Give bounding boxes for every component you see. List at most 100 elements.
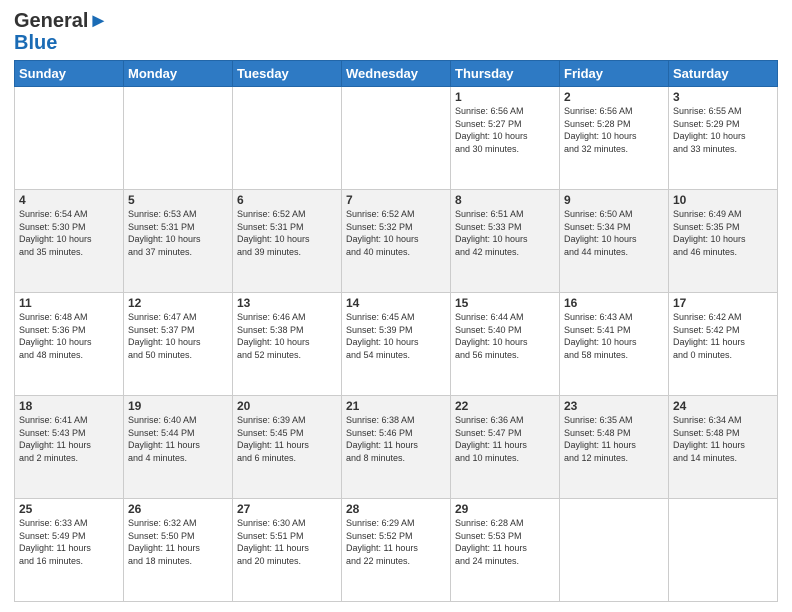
calendar-cell: 16Sunrise: 6:43 AM Sunset: 5:41 PM Dayli… (560, 293, 669, 396)
calendar-cell (124, 87, 233, 190)
day-info: Sunrise: 6:52 AM Sunset: 5:31 PM Dayligh… (237, 208, 337, 258)
day-number: 26 (128, 502, 228, 516)
calendar-cell: 28Sunrise: 6:29 AM Sunset: 5:52 PM Dayli… (342, 499, 451, 602)
day-info: Sunrise: 6:52 AM Sunset: 5:32 PM Dayligh… (346, 208, 446, 258)
day-info: Sunrise: 6:41 AM Sunset: 5:43 PM Dayligh… (19, 414, 119, 464)
weekday-header-row: SundayMondayTuesdayWednesdayThursdayFrid… (15, 61, 778, 87)
day-number: 23 (564, 399, 664, 413)
day-info: Sunrise: 6:44 AM Sunset: 5:40 PM Dayligh… (455, 311, 555, 361)
calendar-cell: 20Sunrise: 6:39 AM Sunset: 5:45 PM Dayli… (233, 396, 342, 499)
weekday-header-cell: Tuesday (233, 61, 342, 87)
weekday-header-cell: Friday (560, 61, 669, 87)
calendar-cell: 24Sunrise: 6:34 AM Sunset: 5:48 PM Dayli… (669, 396, 778, 499)
calendar-cell: 29Sunrise: 6:28 AM Sunset: 5:53 PM Dayli… (451, 499, 560, 602)
calendar-cell (15, 87, 124, 190)
day-number: 9 (564, 193, 664, 207)
weekday-header-cell: Sunday (15, 61, 124, 87)
calendar-cell: 6Sunrise: 6:52 AM Sunset: 5:31 PM Daylig… (233, 190, 342, 293)
calendar-cell: 3Sunrise: 6:55 AM Sunset: 5:29 PM Daylig… (669, 87, 778, 190)
day-number: 27 (237, 502, 337, 516)
day-info: Sunrise: 6:53 AM Sunset: 5:31 PM Dayligh… (128, 208, 228, 258)
calendar-cell: 2Sunrise: 6:56 AM Sunset: 5:28 PM Daylig… (560, 87, 669, 190)
day-info: Sunrise: 6:51 AM Sunset: 5:33 PM Dayligh… (455, 208, 555, 258)
day-info: Sunrise: 6:54 AM Sunset: 5:30 PM Dayligh… (19, 208, 119, 258)
day-number: 14 (346, 296, 446, 310)
logo-text-line1: General► (14, 10, 108, 32)
calendar-cell: 18Sunrise: 6:41 AM Sunset: 5:43 PM Dayli… (15, 396, 124, 499)
calendar-cell: 7Sunrise: 6:52 AM Sunset: 5:32 PM Daylig… (342, 190, 451, 293)
day-number: 4 (19, 193, 119, 207)
day-info: Sunrise: 6:28 AM Sunset: 5:53 PM Dayligh… (455, 517, 555, 567)
calendar-week-row: 1Sunrise: 6:56 AM Sunset: 5:27 PM Daylig… (15, 87, 778, 190)
calendar-cell (669, 499, 778, 602)
day-number: 10 (673, 193, 773, 207)
day-number: 11 (19, 296, 119, 310)
day-number: 21 (346, 399, 446, 413)
day-info: Sunrise: 6:36 AM Sunset: 5:47 PM Dayligh… (455, 414, 555, 464)
calendar-cell: 14Sunrise: 6:45 AM Sunset: 5:39 PM Dayli… (342, 293, 451, 396)
weekday-header-cell: Wednesday (342, 61, 451, 87)
calendar-week-row: 11Sunrise: 6:48 AM Sunset: 5:36 PM Dayli… (15, 293, 778, 396)
logo-text-line2: Blue (14, 32, 108, 54)
calendar-cell: 8Sunrise: 6:51 AM Sunset: 5:33 PM Daylig… (451, 190, 560, 293)
day-info: Sunrise: 6:49 AM Sunset: 5:35 PM Dayligh… (673, 208, 773, 258)
calendar-cell (233, 87, 342, 190)
day-info: Sunrise: 6:43 AM Sunset: 5:41 PM Dayligh… (564, 311, 664, 361)
calendar-cell: 1Sunrise: 6:56 AM Sunset: 5:27 PM Daylig… (451, 87, 560, 190)
calendar-cell: 15Sunrise: 6:44 AM Sunset: 5:40 PM Dayli… (451, 293, 560, 396)
calendar-cell: 12Sunrise: 6:47 AM Sunset: 5:37 PM Dayli… (124, 293, 233, 396)
day-info: Sunrise: 6:42 AM Sunset: 5:42 PM Dayligh… (673, 311, 773, 361)
weekday-header-cell: Saturday (669, 61, 778, 87)
day-number: 29 (455, 502, 555, 516)
day-info: Sunrise: 6:32 AM Sunset: 5:50 PM Dayligh… (128, 517, 228, 567)
calendar-week-row: 18Sunrise: 6:41 AM Sunset: 5:43 PM Dayli… (15, 396, 778, 499)
calendar-body: 1Sunrise: 6:56 AM Sunset: 5:27 PM Daylig… (15, 87, 778, 602)
day-number: 17 (673, 296, 773, 310)
day-info: Sunrise: 6:50 AM Sunset: 5:34 PM Dayligh… (564, 208, 664, 258)
day-number: 5 (128, 193, 228, 207)
day-info: Sunrise: 6:56 AM Sunset: 5:28 PM Dayligh… (564, 105, 664, 155)
day-info: Sunrise: 6:56 AM Sunset: 5:27 PM Dayligh… (455, 105, 555, 155)
day-number: 18 (19, 399, 119, 413)
calendar-cell: 10Sunrise: 6:49 AM Sunset: 5:35 PM Dayli… (669, 190, 778, 293)
day-info: Sunrise: 6:39 AM Sunset: 5:45 PM Dayligh… (237, 414, 337, 464)
day-number: 12 (128, 296, 228, 310)
day-info: Sunrise: 6:30 AM Sunset: 5:51 PM Dayligh… (237, 517, 337, 567)
page: General► Blue SundayMondayTuesdayWednesd… (0, 0, 792, 612)
calendar-cell: 21Sunrise: 6:38 AM Sunset: 5:46 PM Dayli… (342, 396, 451, 499)
day-info: Sunrise: 6:55 AM Sunset: 5:29 PM Dayligh… (673, 105, 773, 155)
day-number: 8 (455, 193, 555, 207)
day-info: Sunrise: 6:46 AM Sunset: 5:38 PM Dayligh… (237, 311, 337, 361)
day-number: 22 (455, 399, 555, 413)
day-info: Sunrise: 6:29 AM Sunset: 5:52 PM Dayligh… (346, 517, 446, 567)
logo: General► Blue (14, 10, 108, 54)
day-number: 19 (128, 399, 228, 413)
day-info: Sunrise: 6:34 AM Sunset: 5:48 PM Dayligh… (673, 414, 773, 464)
day-info: Sunrise: 6:47 AM Sunset: 5:37 PM Dayligh… (128, 311, 228, 361)
day-number: 20 (237, 399, 337, 413)
calendar-cell: 19Sunrise: 6:40 AM Sunset: 5:44 PM Dayli… (124, 396, 233, 499)
calendar-week-row: 4Sunrise: 6:54 AM Sunset: 5:30 PM Daylig… (15, 190, 778, 293)
weekday-header-cell: Monday (124, 61, 233, 87)
calendar-table: SundayMondayTuesdayWednesdayThursdayFrid… (14, 60, 778, 602)
day-number: 24 (673, 399, 773, 413)
calendar-cell: 27Sunrise: 6:30 AM Sunset: 5:51 PM Dayli… (233, 499, 342, 602)
calendar-cell: 17Sunrise: 6:42 AM Sunset: 5:42 PM Dayli… (669, 293, 778, 396)
calendar-cell: 22Sunrise: 6:36 AM Sunset: 5:47 PM Dayli… (451, 396, 560, 499)
day-number: 13 (237, 296, 337, 310)
day-number: 3 (673, 90, 773, 104)
day-info: Sunrise: 6:38 AM Sunset: 5:46 PM Dayligh… (346, 414, 446, 464)
calendar-cell (342, 87, 451, 190)
day-number: 25 (19, 502, 119, 516)
day-number: 16 (564, 296, 664, 310)
calendar-cell: 25Sunrise: 6:33 AM Sunset: 5:49 PM Dayli… (15, 499, 124, 602)
day-info: Sunrise: 6:33 AM Sunset: 5:49 PM Dayligh… (19, 517, 119, 567)
day-number: 6 (237, 193, 337, 207)
calendar-cell: 5Sunrise: 6:53 AM Sunset: 5:31 PM Daylig… (124, 190, 233, 293)
day-number: 1 (455, 90, 555, 104)
day-info: Sunrise: 6:35 AM Sunset: 5:48 PM Dayligh… (564, 414, 664, 464)
calendar-cell (560, 499, 669, 602)
day-number: 2 (564, 90, 664, 104)
day-number: 7 (346, 193, 446, 207)
calendar-cell: 4Sunrise: 6:54 AM Sunset: 5:30 PM Daylig… (15, 190, 124, 293)
